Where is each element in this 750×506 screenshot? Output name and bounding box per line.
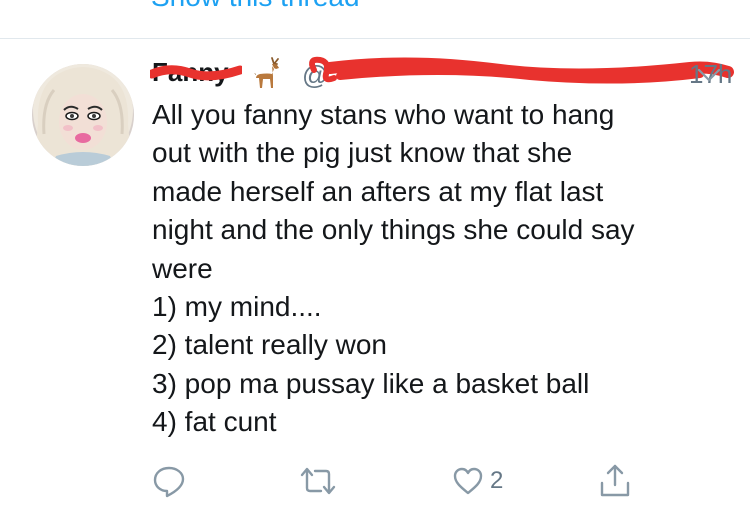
share-icon [600,464,630,497]
tweet-text: All you fanny stans who want to hang out… [152,96,732,442]
tweet-text-line: made herself an afters at my flat last [152,175,604,207]
heart-icon [453,467,483,495]
tweet-text-line: were [152,252,213,284]
redaction-mark [150,65,242,81]
deer-icon [254,57,279,88]
retweet-button[interactable] [298,458,338,504]
reply-icon [153,466,185,498]
tweet-text-line: All you fanny stans who want to hang [152,99,615,130]
tweet-page: Show this thread [0,0,750,506]
tweet-text-line: out with the pig just know that she [152,137,573,169]
like-count: 2 [490,467,504,494]
tweet-header: Fanny @ 17h [150,56,734,92]
divider [0,38,750,39]
share-button[interactable] [598,458,632,504]
retweet-icon [300,467,336,495]
avatar[interactable] [32,64,134,166]
tweet-text-line: 1) my mind.... [152,291,322,323]
tweet-text-line: 4) fat cunt [152,406,277,438]
like-button[interactable]: 2 [452,458,503,504]
tweet-text-line: night and the only things she could say [152,214,635,246]
redaction-mark [309,56,734,84]
reply-button[interactable] [152,458,186,504]
tweet-text-line: 3) pop ma pussay like a basket ball [152,367,590,399]
show-thread-link[interactable]: Show this thread [151,0,360,13]
tweet-actions: 2 [0,458,750,504]
tweet-text-line: 2) talent really won [152,329,388,361]
chevron-down-icon[interactable] [696,66,722,84]
